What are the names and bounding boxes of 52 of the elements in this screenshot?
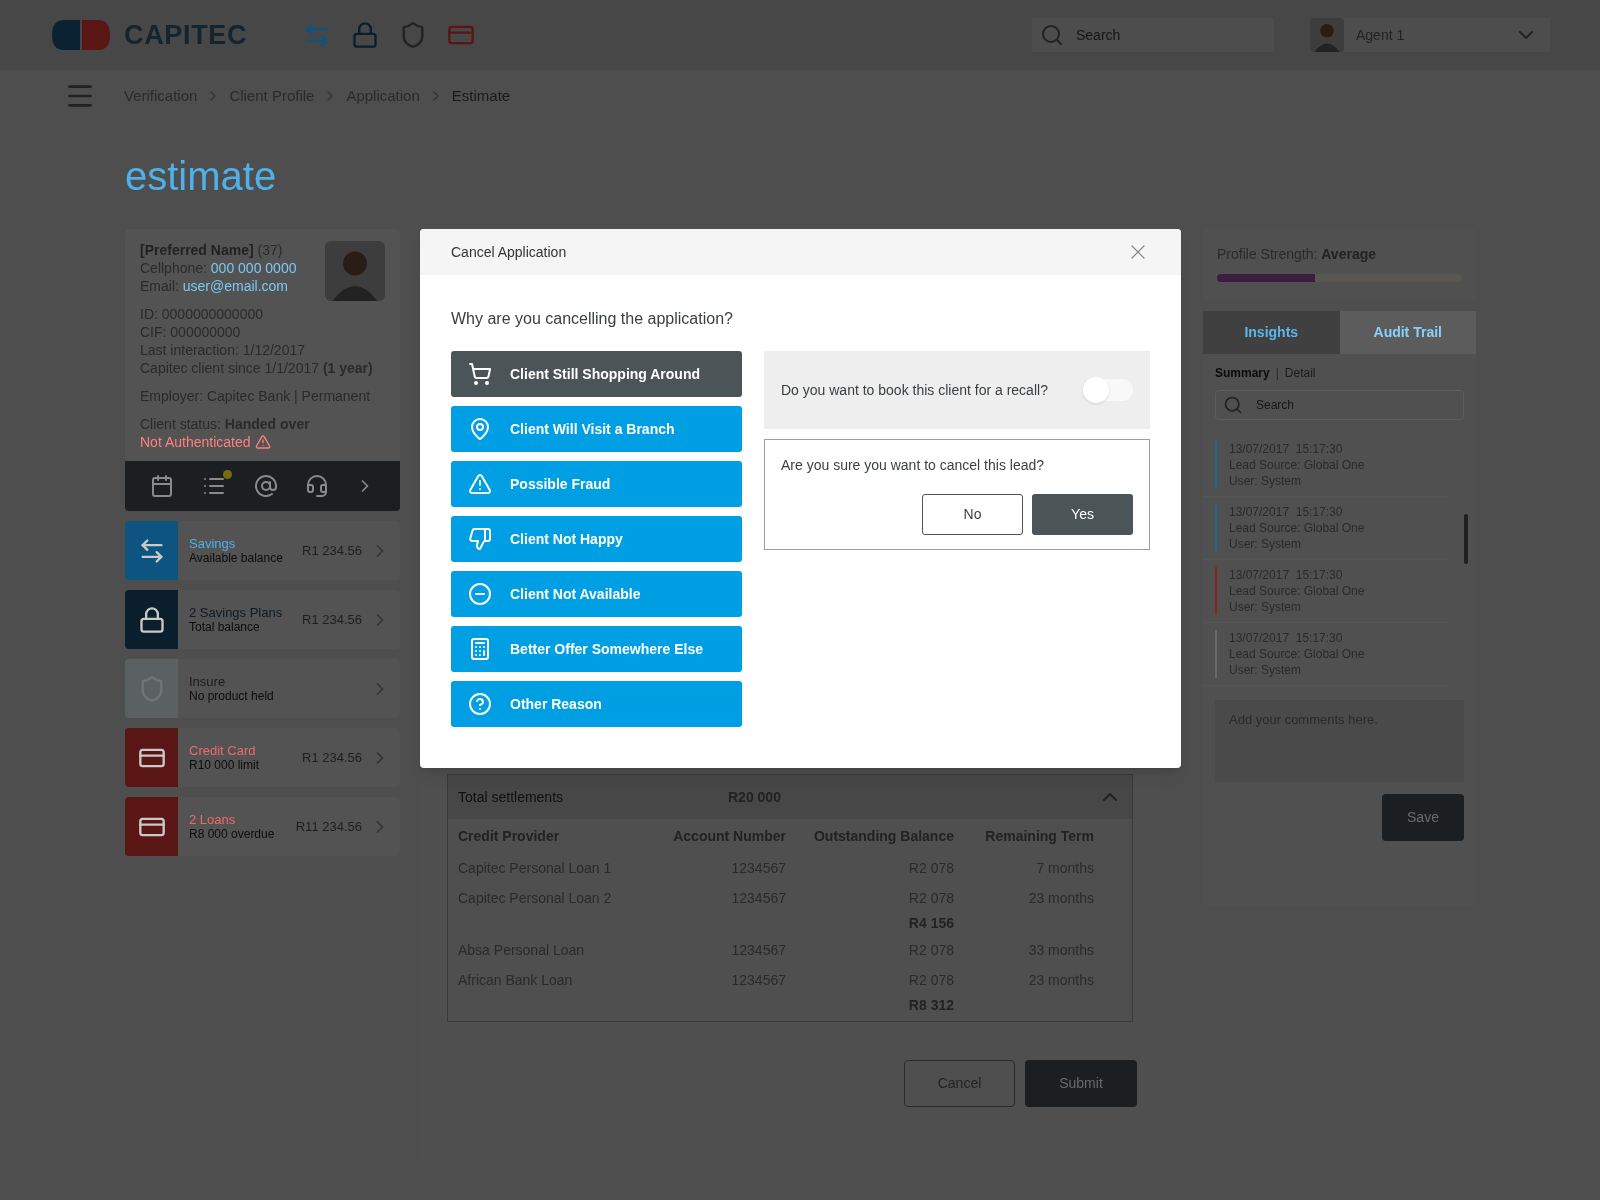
reason-button[interactable]: Client Not Available — [451, 571, 742, 617]
product-title: 2 Loans — [189, 811, 237, 827]
product-title: Credit Card — [189, 742, 257, 758]
pin-icon — [468, 417, 492, 441]
at-icon[interactable] — [254, 474, 279, 498]
tab[interactable]: Insights — [1203, 311, 1340, 354]
warning-icon — [254, 434, 271, 450]
client-photo — [325, 241, 385, 301]
yes-button[interactable]: Yes — [1032, 494, 1133, 535]
subtab[interactable]: Summary — [1215, 364, 1270, 382]
search-icon — [1040, 23, 1064, 47]
reason-button[interactable]: Client Not Happy — [451, 516, 742, 562]
tab[interactable]: Audit Trail — [1339, 311, 1476, 354]
auth-status: Not Authenticated — [140, 433, 251, 451]
product-subtitle: Total balance — [189, 619, 261, 635]
product-title: Savings — [189, 535, 237, 551]
product-title: 2 Savings Plans — [189, 604, 283, 620]
logo-icon — [50, 18, 112, 52]
recall-question: Do you want to book this client for a recall? — [781, 380, 1048, 400]
confirm-question: Are you sure you want to cancel this lead? — [781, 456, 1046, 475]
search-field[interactable]: Search — [1032, 18, 1274, 52]
scrollbar — [1464, 514, 1468, 564]
thumbs-down-icon — [468, 527, 492, 551]
product-subtitle: Available balance — [189, 550, 283, 566]
warning-icon — [468, 472, 492, 496]
dialog-title: Cancel Application — [451, 242, 567, 262]
reason-button[interactable]: Client Will Visit a Branch — [451, 406, 742, 452]
cart-icon — [468, 362, 492, 386]
dialog-question: Why are you cancelling the application? — [451, 309, 734, 329]
reason-button[interactable]: Other Reason — [451, 681, 742, 727]
reason-button[interactable]: Better Offer Somewhere Else — [451, 626, 742, 672]
page-title: estimate — [125, 152, 277, 200]
question-icon — [468, 692, 492, 716]
calendar-icon[interactable] — [150, 474, 175, 498]
product-row[interactable]: Insure No product held — [125, 659, 400, 718]
submit-button[interactable]: Submit — [1025, 1060, 1137, 1107]
reason-button[interactable]: Possible Fraud — [451, 461, 742, 507]
no-button[interactable]: No — [922, 494, 1023, 535]
product-subtitle: R8 000 overdue — [189, 826, 275, 842]
product-subtitle: No product held — [189, 688, 274, 704]
headset-icon[interactable] — [304, 474, 329, 498]
reason-button[interactable]: Client Still Shopping Around — [451, 351, 742, 397]
recall-toggle[interactable] — [1083, 379, 1133, 401]
product-title: Insure — [189, 673, 227, 689]
separator: | — [1275, 365, 1279, 382]
search-icon — [1223, 395, 1243, 415]
calculator-icon — [468, 637, 492, 661]
product-subtitle: R10 000 limit — [189, 757, 260, 773]
no-entry-icon — [468, 582, 492, 606]
save-button[interactable]: Save — [1382, 794, 1464, 841]
audit-search-field[interactable]: Search — [1215, 390, 1464, 420]
avatar — [1310, 18, 1344, 52]
